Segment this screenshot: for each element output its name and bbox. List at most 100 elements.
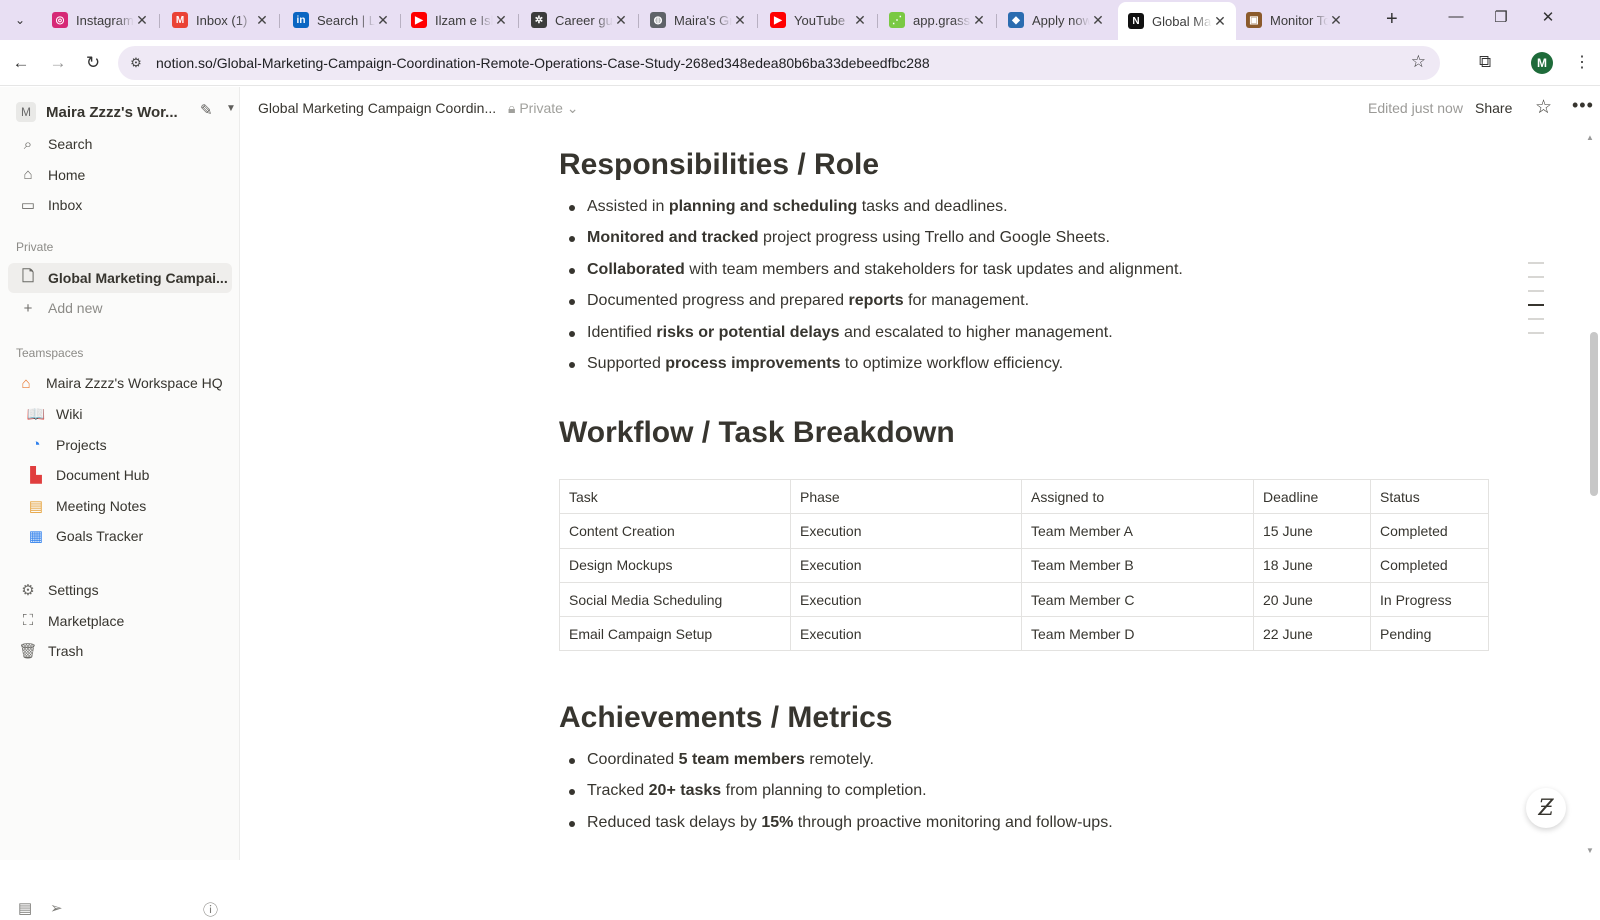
back-arrow-icon[interactable]: ← xyxy=(8,50,34,76)
sidebar-item-goals-tracker[interactable]: ▦ Goals Tracker xyxy=(8,521,232,551)
table-cell[interactable]: 20 June xyxy=(1253,581,1371,618)
sidebar-item-trash[interactable]: 🗑 Trash xyxy=(8,636,232,666)
table-cell[interactable]: Design Mockups xyxy=(559,547,791,583)
sidebar-item-home[interactable]: ⌂ Home xyxy=(8,160,232,190)
scroll-down-arrow-icon[interactable]: ▼ xyxy=(1586,846,1594,855)
minimize-button[interactable]: — xyxy=(1441,8,1471,25)
table-cell[interactable]: Execution xyxy=(790,616,1022,652)
sidebar-item-settings[interactable]: ⚙ Settings xyxy=(8,575,232,605)
site-info-icon[interactable]: ⚙ xyxy=(128,55,144,71)
browser-tab[interactable]: ◎ Instagram ✕ xyxy=(42,6,158,34)
tab-close-icon[interactable]: ✕ xyxy=(613,12,629,29)
url-text[interactable]: notion.so/Global-Marketing-Campaign-Coor… xyxy=(156,55,930,71)
tab-close-icon[interactable]: ✕ xyxy=(1212,13,1228,30)
browser-tab[interactable]: ▶ YouTube ✕ xyxy=(760,6,876,34)
tab-close-icon[interactable]: ✕ xyxy=(732,12,748,29)
toc-marker-active[interactable] xyxy=(1528,304,1544,306)
table-cell[interactable]: 22 June xyxy=(1253,616,1371,652)
sidebar-item-current-page[interactable]: 🗋 Global Marketing Campai... xyxy=(8,263,232,293)
sidebar-item-search[interactable]: ⌕ Search xyxy=(8,129,232,159)
favorite-star-icon[interactable]: ☆ xyxy=(1535,96,1552,119)
browser-menu-icon[interactable]: ⋮ xyxy=(1574,52,1590,72)
toc-marker[interactable] xyxy=(1528,262,1544,264)
sidebar-item-teamspace[interactable]: ⌂ Maira Zzzz's Workspace HQ xyxy=(8,368,232,398)
text: remotely. xyxy=(804,751,874,768)
new-page-icon[interactable]: ✎ xyxy=(200,101,213,119)
tab-close-icon[interactable]: ✕ xyxy=(852,12,868,29)
tab-close-icon[interactable]: ✕ xyxy=(375,12,391,29)
sidebar-item-meeting-notes[interactable]: ▤ Meeting Notes xyxy=(8,491,232,521)
table-cell[interactable]: In Progress xyxy=(1370,581,1489,618)
browser-tab[interactable]: M Inbox (1) ✕ xyxy=(162,6,278,34)
table-header-cell[interactable]: Task xyxy=(559,478,791,515)
table-header-cell[interactable]: Deadline xyxy=(1253,478,1371,515)
reload-icon[interactable]: ↻ xyxy=(80,50,106,76)
scroll-up-arrow-icon[interactable]: ▲ xyxy=(1586,133,1594,142)
table-cell[interactable]: Team Member B xyxy=(1021,547,1254,583)
sidebar-item-document-hub[interactable]: ▙ Document Hub xyxy=(8,460,232,490)
browser-tab[interactable]: ◆ Apply now ✕ xyxy=(998,6,1114,34)
privacy-badge[interactable]: 🔒︎ Private ⌄ xyxy=(508,100,579,117)
browser-tab[interactable]: in Search | LinkedIn✕ xyxy=(283,6,399,34)
table-header-cell[interactable]: Status xyxy=(1370,478,1489,515)
table-cell[interactable]: Team Member C xyxy=(1021,581,1254,618)
tab-close-icon[interactable]: ✕ xyxy=(493,12,509,29)
table-cell[interactable]: Team Member A xyxy=(1021,513,1254,549)
extensions-icon[interactable]: ⧉ xyxy=(1479,52,1491,72)
sidebar-item-label: Search xyxy=(48,136,93,152)
table-cell[interactable]: Email Campaign Setup xyxy=(559,616,791,652)
tab-close-icon[interactable]: ✕ xyxy=(1090,12,1106,29)
table-cell[interactable]: Completed xyxy=(1370,513,1489,549)
address-bar[interactable]: ⚙ notion.so/Global-Marketing-Campaign-Co… xyxy=(118,46,1440,80)
templates-icon[interactable]: ▤ xyxy=(18,899,32,917)
notion-ai-button[interactable]: Ƶ xyxy=(1526,788,1566,828)
browser-tab[interactable]: ▶ Ilzam e Ishq✕ xyxy=(401,6,517,34)
sidebar-item-wiki[interactable]: 📖 Wiki xyxy=(8,399,232,429)
table-cell[interactable]: Completed xyxy=(1370,547,1489,583)
sidebar-item-marketplace[interactable]: ⛶ Marketplace xyxy=(8,606,232,636)
bookmark-star-icon[interactable]: ☆ xyxy=(1411,52,1426,72)
table-cell[interactable]: Content Creation xyxy=(559,513,791,549)
workspace-switcher[interactable]: M Maira Zzzz's Wor... ✎ ▼ xyxy=(16,97,236,127)
breadcrumb[interactable]: Global Marketing Campaign Coordin... xyxy=(258,100,496,116)
table-header-cell[interactable]: Phase xyxy=(790,478,1022,515)
help-icon[interactable]: ⓘ xyxy=(203,899,218,920)
toc-marker[interactable] xyxy=(1528,290,1544,292)
table-cell[interactable]: 18 June xyxy=(1253,547,1371,583)
chevron-down-icon[interactable]: ▼ xyxy=(226,103,236,114)
forward-arrow-icon[interactable]: → xyxy=(45,50,71,76)
tab-search-chevron-icon[interactable]: ⌄ xyxy=(8,8,32,32)
table-header-cell[interactable]: Assigned to xyxy=(1021,478,1254,515)
add-new-button[interactable]: + Add new xyxy=(8,293,232,323)
table-cell[interactable]: 15 June xyxy=(1253,513,1371,549)
sidebar-item-projects[interactable]: ◔ Projects xyxy=(8,430,232,460)
tab-close-icon[interactable]: ✕ xyxy=(134,12,150,29)
tab-close-icon[interactable]: ✕ xyxy=(971,12,987,29)
browser-tab[interactable]: ◍ Maira's Gmail✕ xyxy=(640,6,756,34)
instagram-icon: ◎ xyxy=(52,12,68,28)
table-cell[interactable]: Team Member D xyxy=(1021,616,1254,652)
send-feedback-icon[interactable]: ➢ xyxy=(50,899,63,917)
scrollbar-thumb[interactable] xyxy=(1590,332,1598,496)
browser-tab[interactable]: ⋰ app.grass.io✕ xyxy=(879,6,995,34)
sidebar-item-inbox[interactable]: ▭ Inbox xyxy=(8,190,232,220)
close-window-button[interactable]: ✕ xyxy=(1533,8,1563,26)
new-tab-button[interactable]: + xyxy=(1386,8,1398,31)
table-cell[interactable]: Social Media Scheduling xyxy=(559,581,791,618)
table-cell[interactable]: Execution xyxy=(790,547,1022,583)
tab-close-icon[interactable]: ✕ xyxy=(1328,12,1344,29)
restore-button[interactable]: ❐ xyxy=(1486,8,1516,26)
browser-tab[interactable]: N Global Marketing✕ xyxy=(1118,2,1236,40)
toc-marker[interactable] xyxy=(1528,318,1544,320)
profile-avatar[interactable]: M xyxy=(1531,52,1553,74)
toc-marker[interactable] xyxy=(1528,332,1544,334)
table-cell[interactable]: Execution xyxy=(790,513,1022,549)
browser-tab[interactable]: ▣ Monitor Tools✕ xyxy=(1236,6,1352,34)
toc-marker[interactable] xyxy=(1528,276,1544,278)
share-button[interactable]: Share xyxy=(1475,100,1512,116)
more-options-icon[interactable]: ••• xyxy=(1572,95,1594,116)
table-cell[interactable]: Execution xyxy=(790,581,1022,618)
table-cell[interactable]: Pending xyxy=(1370,616,1489,652)
tab-close-icon[interactable]: ✕ xyxy=(254,12,270,29)
browser-tab[interactable]: ✲ Career guidance✕ xyxy=(521,6,637,34)
